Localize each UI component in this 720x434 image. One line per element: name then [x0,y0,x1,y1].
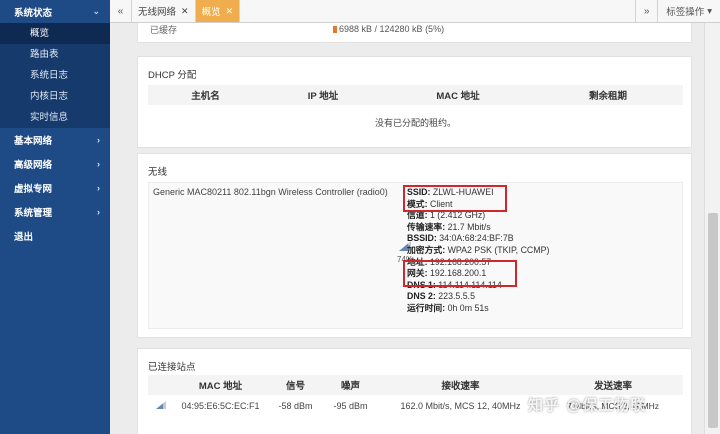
tab-ops-menu[interactable]: 标签操作 ▾ [657,0,720,22]
info-dns2: DNS 2: 223.5.5.5 [407,291,549,303]
memory-value: 6988 kB / 124280 kB (5%) [339,24,445,34]
highlight-box-address [403,260,517,287]
column-header: 信号 [268,375,323,395]
sidebar-item-vpn[interactable]: 虚拟专网 › [0,176,110,200]
info-bitrate: 传输速率: 21.7 Mbit/s [407,222,549,234]
table-header-row: 主机名 IP 地址 MAC 地址 剩余租期 [148,85,683,105]
info-uptime: 运行时间: 0h 0m 51s [407,303,549,315]
memory-label: 已缓存 [150,25,178,35]
sidebar-item-overview[interactable]: 概览 [0,23,110,44]
tab-spacer [240,0,636,22]
sidebar-main-menu: 基本网络 › 高级网络 › 虚拟专网 › 系统管理 › 退出 [0,128,110,248]
sidebar-submenu: 概览 路由表 系统日志 内核日志 实时信息 [0,23,110,128]
column-header: MAC 地址 [383,85,533,105]
stations-title: 已连接站点 [148,362,196,373]
sidebar-item-status[interactable]: 系统状态 ⌄ [0,0,110,23]
info-value: WPA2 PSK (TKIP, CCMP) [445,244,550,255]
highlight-box-ssid [403,185,507,212]
chevron-down-icon: ⌄ [92,6,100,16]
sidebar-item-basic-network[interactable]: 基本网络 › [0,128,110,152]
sidebar-item-label: 退出 [14,232,34,243]
tab-label: 无线网络 [138,7,177,18]
info-key: BSSID: [407,233,437,244]
sidebar-item-syslog[interactable]: 系统日志 [0,65,110,86]
table-row: 没有已分配的租约。 [148,105,683,139]
sidebar-item-label: 高级网络 [14,160,53,171]
wireless-box: Generic MAC80211 802.11bgn Wireless Cont… [148,182,683,329]
wireless-title: 无线 [148,167,168,178]
scrollbar-thumb[interactable] [708,213,718,428]
vertical-scrollbar[interactable] [704,23,720,434]
wireless-device: Generic MAC80211 802.11bgn Wireless Cont… [153,187,388,197]
info-value: 0h 0m 51s [445,302,489,313]
tab-bar: « 无线网络 ✕ 概览 ✕ » 标签操作 ▾ [110,0,720,23]
sidebar-item-advanced-network[interactable]: 高级网络 › [0,152,110,176]
chevron-right-icon: › [97,135,100,145]
station-noise: -95 dBm [333,401,368,411]
sidebar-item-label: 基本网络 [14,136,53,147]
column-header: 噪声 [323,375,378,395]
tab-overview[interactable]: 概览 ✕ [195,0,241,22]
sidebar-item-realtime[interactable]: 实时信息 [0,107,110,128]
column-header: IP 地址 [263,85,383,105]
sidebar-item-label: 虚拟专网 [14,184,53,195]
chevron-right-icon: › [97,159,100,169]
tab-wireless[interactable]: 无线网络 ✕ [132,0,196,22]
dhcp-title: DHCP 分配 [148,70,197,81]
dhcp-panel: DHCP 分配 主机名 IP 地址 MAC 地址 剩余租期 没有已分配的租约。 [137,56,692,148]
info-key: 运行时间: [407,302,446,313]
tab-scroll-left-button[interactable]: « [110,0,132,22]
info-key: DNS 2: [407,291,436,302]
info-value: 34:0A:68:24:BF:7B [436,233,514,244]
memory-row: 已缓存 6988 kB / 124280 kB (5%) [137,23,692,43]
column-header: 发送速率 [543,375,683,395]
column-header: 剩余租期 [533,85,683,105]
sidebar-item-label: 系统状态 [14,7,53,19]
column-header: 接收速率 [378,375,543,395]
stations-panel: 已连接站点 MAC 地址 信号 噪声 接收速率 发送速率 04:95:E6:5C… [137,348,692,434]
tab-scroll-right-button[interactable]: » [635,0,658,22]
info-key: 传输速率: [407,221,446,232]
signal-cell [148,395,173,417]
station-rx: 162.0 Mbit/s, MCS 12, 40MHz [400,401,521,411]
signal-icon [155,401,166,409]
info-value: 223.5.5.5 [435,291,475,302]
main-content: 已缓存 6988 kB / 124280 kB (5%) DHCP 分配 主机名… [110,23,704,434]
chevron-right-icon: › [97,183,100,193]
tab-label: 概览 [201,7,221,18]
close-icon[interactable]: ✕ [226,6,234,17]
info-bssid: BSSID: 34:0A:68:24:BF:7B [407,233,549,245]
empty-message: 没有已分配的租约。 [374,117,456,128]
column-header: 主机名 [148,85,263,105]
info-value: 21.7 Mbit/s [445,221,491,232]
sidebar-item-logout[interactable]: 退出 [0,224,110,248]
station-signal: -58 dBm [278,401,313,411]
dhcp-table: 主机名 IP 地址 MAC 地址 剩余租期 没有已分配的租约。 [148,85,683,139]
memory-bar [333,26,337,33]
station-mac: 04:95:E6:5C:EC:F1 [181,401,260,411]
table-header-row: MAC 地址 信号 噪声 接收速率 发送速率 [148,375,683,395]
sidebar-item-system[interactable]: 系统管理 › [0,200,110,224]
info-key: 加密方式: [407,244,446,255]
column-header: MAC 地址 [173,375,268,395]
chevron-right-icon: › [97,207,100,217]
caret-down-icon: ▾ [707,5,712,17]
wireless-panel: 无线 Generic MAC80211 802.11bgn Wireless C… [137,153,692,338]
close-icon[interactable]: ✕ [181,6,189,17]
info-encryption: 加密方式: WPA2 PSK (TKIP, CCMP) [407,245,549,257]
tab-ops-label: 标签操作 [666,7,705,18]
sidebar-item-label: 系统管理 [14,208,53,219]
sidebar-item-kernel-log[interactable]: 内核日志 [0,86,110,107]
watermark: 知乎 @保工物联 [528,396,647,414]
sidebar: 系统状态 ⌄ 概览 路由表 系统日志 内核日志 实时信息 基本网络 › 高级网络… [0,0,110,434]
sidebar-item-routes[interactable]: 路由表 [0,44,110,65]
column-header-blank [148,375,173,395]
